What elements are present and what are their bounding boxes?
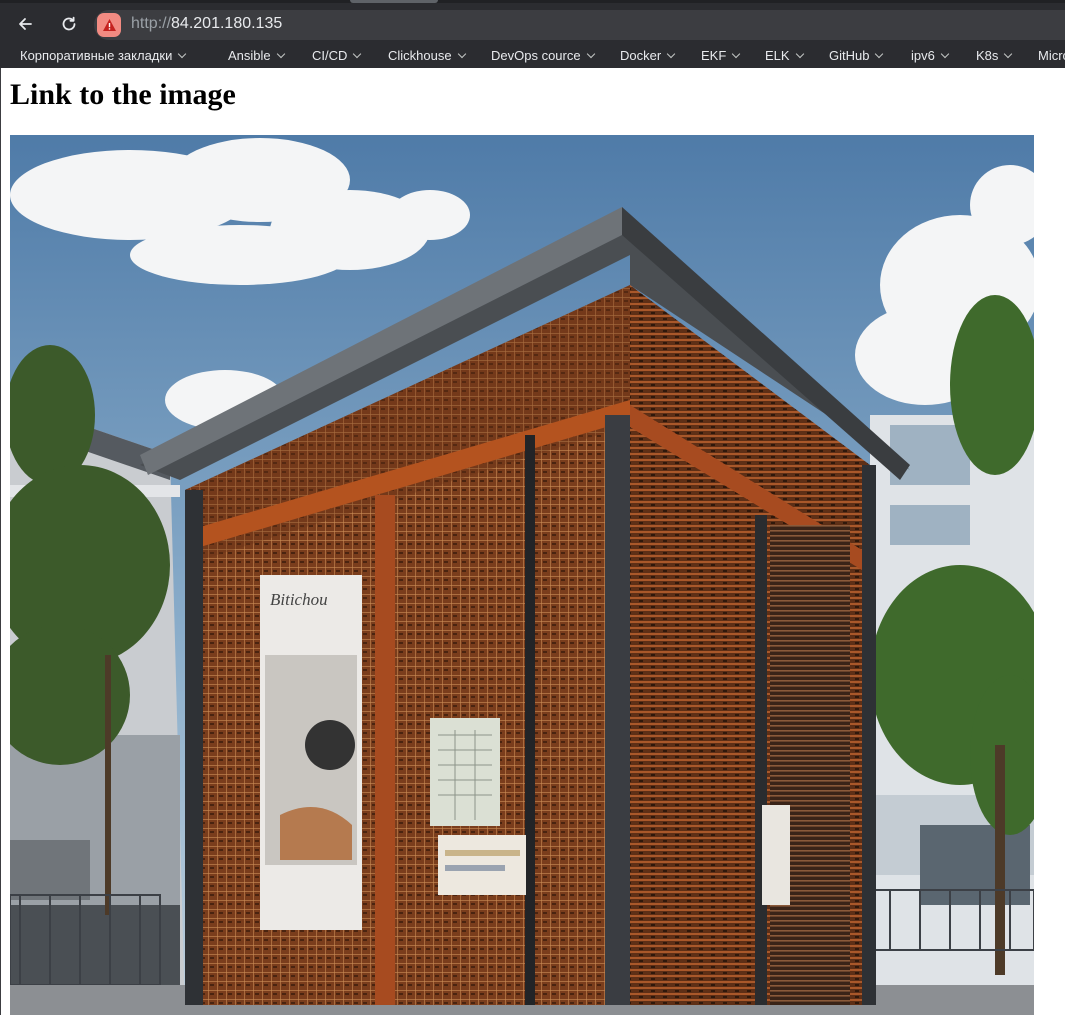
bookmark-label: Ansible [228, 48, 271, 63]
page-content: Link to the image Bitichou [0, 68, 1065, 1015]
bookmark-label: EKF [701, 48, 727, 63]
bookmark-label: Clickhouse [388, 48, 452, 63]
chevron-down-icon [875, 49, 884, 58]
reload-button[interactable] [54, 9, 84, 39]
address-bar[interactable]: http://84.201.180.135 [94, 10, 1065, 40]
browser-toolbar: http://84.201.180.135 [0, 3, 1065, 43]
chevron-down-icon [276, 49, 285, 58]
url-scheme: http:// [131, 15, 172, 32]
bookmark-folder-devops-cource[interactable]: DevOps cource [491, 48, 595, 63]
kiosk-photo: Bitichou [10, 135, 1034, 1015]
bookmark-label: Micro [1038, 48, 1065, 63]
security-warning-button[interactable] [97, 13, 121, 37]
bookmark-label: Docker [620, 48, 662, 63]
bookmark-folder-cicd[interactable]: CI/CD [312, 48, 362, 63]
reload-icon [62, 16, 76, 31]
warning-triangle-icon [102, 19, 116, 31]
bookmark-label: GitHub [829, 48, 870, 63]
chevron-down-icon [353, 49, 362, 58]
bookmark-folder-clickhouse[interactable]: Clickhouse [388, 48, 466, 63]
back-button[interactable] [10, 9, 40, 39]
back-arrow-icon [19, 18, 32, 30]
chevron-down-icon [586, 49, 595, 58]
bookmark-label: DevOps cource [491, 48, 581, 63]
bookmark-folder-elk[interactable]: ELK [765, 48, 804, 63]
bookmark-label: K8s [976, 48, 999, 63]
bookmarks-bar: Корпоративные закладки Ansible CI/CD Cli… [0, 43, 1065, 68]
chevron-down-icon [1004, 49, 1013, 58]
bookmark-folder-docker[interactable]: Docker [620, 48, 676, 63]
bookmark-folder-github[interactable]: GitHub [829, 48, 884, 63]
chevron-down-icon [457, 49, 466, 58]
chevron-down-icon [732, 49, 741, 58]
page-title: Link to the image [10, 78, 236, 111]
bookmark-label: Корпоративные закладки [20, 48, 173, 63]
url-host: 84.201.180.135 [171, 15, 283, 32]
poster-text: Bitichou [270, 590, 328, 609]
bookmark-folder-ipv6[interactable]: ipv6 [911, 48, 950, 63]
chevron-down-icon [795, 49, 804, 58]
bookmark-folder-corporate[interactable]: Корпоративные закладки [20, 48, 187, 63]
poster: Bitichou [260, 575, 362, 930]
bookmark-label: CI/CD [312, 48, 348, 63]
browser-chrome: http://84.201.180.135 Корпоративные закл… [0, 0, 1065, 68]
chevron-down-icon [178, 49, 187, 58]
bookmark-folder-ansible[interactable]: Ansible [228, 48, 285, 63]
bookmark-folder-micro[interactable]: Micro [1038, 48, 1065, 63]
bookmark-label: ELK [765, 48, 790, 63]
chevron-down-icon [940, 49, 950, 58]
bookmark-folder-ekf[interactable]: EKF [701, 48, 741, 63]
chevron-down-icon [666, 49, 676, 58]
url-text[interactable]: http://84.201.180.135 [131, 15, 282, 33]
bookmark-folder-k8s[interactable]: K8s [976, 48, 1013, 63]
bookmark-label: ipv6 [911, 48, 935, 63]
